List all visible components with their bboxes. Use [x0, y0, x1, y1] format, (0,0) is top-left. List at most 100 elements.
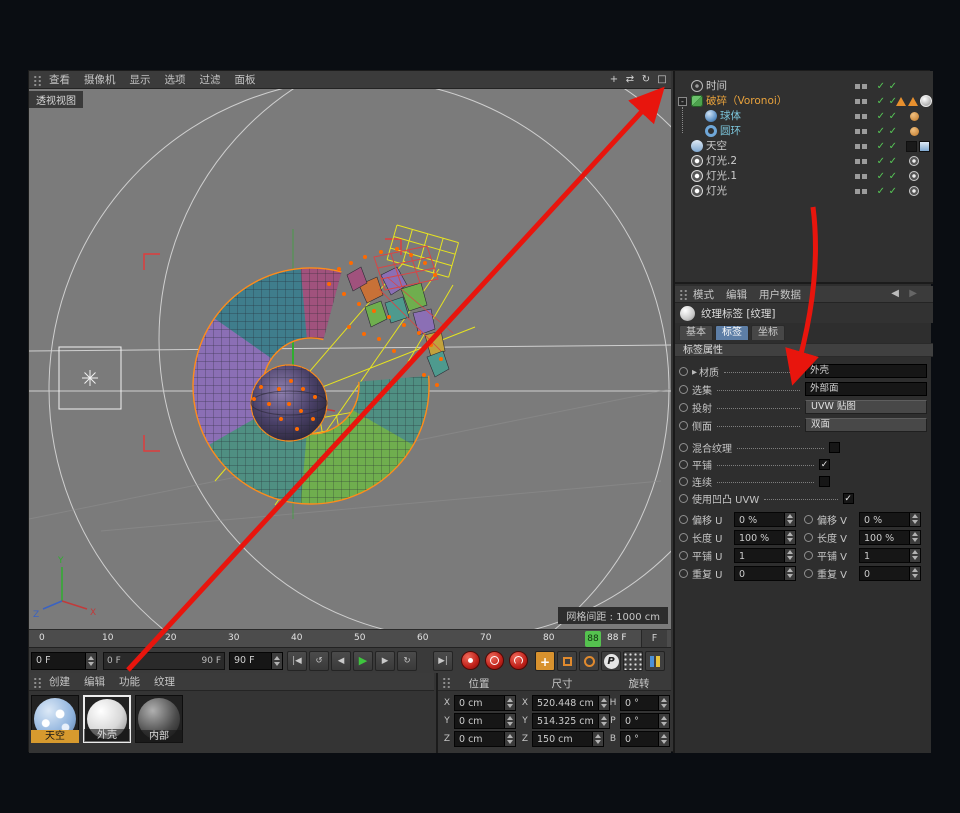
viewport-zoom-icon[interactable]: ⇄	[623, 73, 637, 87]
render-check-icon[interactable]	[889, 79, 897, 94]
render-check-icon[interactable]	[889, 154, 897, 169]
anim-dot-icon[interactable]	[804, 514, 813, 524]
compositing-tag-icon[interactable]	[906, 141, 917, 152]
repetition-u-input[interactable]: 0	[734, 565, 796, 581]
tab-basic[interactable]: 基本	[679, 325, 713, 340]
anim-dot-icon[interactable]	[804, 532, 813, 542]
menu-edit[interactable]: 编辑	[726, 287, 747, 302]
menu-view[interactable]: 查看	[49, 72, 70, 87]
object-label[interactable]: 灯光	[706, 184, 727, 199]
object-label[interactable]: 破碎（Voronoi）	[706, 94, 787, 109]
end-frame-input[interactable]: 90 F	[229, 652, 283, 670]
anim-dot-icon[interactable]	[679, 384, 688, 394]
enabled-check-icon[interactable]	[877, 79, 885, 94]
anim-dot-icon[interactable]	[679, 459, 688, 469]
viewport-rotate-icon[interactable]: ↻	[639, 73, 653, 87]
timeline-ruler[interactable]: 0 10 20 30 40 50 60 70 80 88 88 F F	[29, 629, 671, 648]
size-x-input[interactable]: 520.448 cm	[532, 695, 610, 711]
enabled-check-icon[interactable]	[877, 169, 885, 184]
goto-end-button[interactable]	[433, 651, 453, 671]
menu-texture[interactable]: 纹理	[154, 674, 175, 689]
texture-tag-icon[interactable]	[920, 95, 932, 107]
menu-mode[interactable]: 模式	[693, 287, 714, 302]
record-keyframe-button[interactable]	[461, 651, 480, 670]
object-row-voronoi-fracture[interactable]: 破碎（Voronoi）	[675, 94, 933, 109]
anim-dot-icon[interactable]	[679, 514, 688, 524]
anim-dot-icon[interactable]	[679, 442, 688, 452]
previous-key-button[interactable]	[309, 651, 329, 671]
material-sky[interactable]: 天空	[31, 695, 79, 743]
visibility-toggles[interactable]	[855, 99, 867, 104]
enabled-check-icon[interactable]	[877, 109, 885, 124]
anim-dot-icon[interactable]	[804, 568, 813, 578]
autokey-button[interactable]	[485, 651, 504, 670]
render-check-icon[interactable]	[889, 169, 897, 184]
size-y-input[interactable]: 514.325 cm	[532, 713, 610, 729]
render-check-icon[interactable]	[889, 184, 897, 199]
anim-dot-icon[interactable]	[679, 402, 688, 412]
panel-grip-icon[interactable]	[33, 75, 43, 86]
visibility-toggles[interactable]	[855, 129, 867, 134]
visibility-toggles[interactable]	[855, 114, 867, 119]
enabled-check-icon[interactable]	[877, 154, 885, 169]
record-parameter-button[interactable]: P	[601, 651, 621, 671]
visibility-toggles[interactable]	[855, 174, 867, 179]
object-label[interactable]: 时间	[706, 79, 727, 94]
offset-v-input[interactable]: 0 %	[859, 511, 921, 527]
collapse-icon[interactable]	[678, 97, 687, 106]
length-u-input[interactable]: 100 %	[734, 529, 796, 545]
sky-texture-tag-icon[interactable]	[919, 141, 930, 152]
expand-icon[interactable]	[692, 366, 697, 377]
keyframe-selection-button[interactable]	[509, 651, 528, 670]
menu-display[interactable]: 显示	[130, 72, 151, 87]
object-label[interactable]: 灯光.1	[706, 169, 737, 184]
light-tag-icon[interactable]	[909, 186, 919, 196]
sky-wireframe[interactable]	[29, 89, 671, 629]
voronoi-fragments[interactable]	[346, 266, 450, 378]
render-check-icon[interactable]	[889, 124, 897, 139]
light-tag-icon[interactable]	[909, 156, 919, 166]
projection-dropdown[interactable]: UVW 贴图	[805, 400, 927, 414]
visibility-toggles[interactable]	[855, 144, 867, 149]
tab-tag[interactable]: 标签	[715, 325, 749, 340]
object-label[interactable]: 灯光.2	[706, 154, 737, 169]
enabled-check-icon[interactable]	[877, 184, 885, 199]
phong-tag-icon[interactable]	[910, 127, 919, 136]
menu-edit[interactable]: 编辑	[84, 674, 105, 689]
tiles-v-input[interactable]: 1	[859, 547, 921, 563]
repetition-v-input[interactable]: 0	[859, 565, 921, 581]
playhead-marker[interactable]: 88	[585, 631, 601, 647]
visibility-toggles[interactable]	[855, 84, 867, 89]
play-button[interactable]	[353, 651, 373, 671]
render-check-icon[interactable]	[889, 139, 897, 154]
object-label[interactable]: 天空	[706, 139, 727, 154]
object-label[interactable]: 球体	[720, 109, 741, 124]
next-key-button[interactable]	[397, 651, 417, 671]
material-inner[interactable]: 内部	[135, 695, 183, 743]
menu-cameras[interactable]: 摄像机	[84, 72, 116, 87]
panel-grip-icon[interactable]	[33, 677, 43, 688]
object-row-light[interactable]: 灯光	[675, 184, 933, 199]
object-row-sky[interactable]: 天空	[675, 139, 933, 154]
menu-user-data[interactable]: 用户数据	[759, 287, 801, 302]
view-label[interactable]: 透视视图	[29, 91, 83, 108]
tile-checkbox[interactable]: ✓	[819, 458, 830, 470]
object-row-light-1[interactable]: 灯光.1	[675, 169, 933, 184]
frame-stepper[interactable]	[85, 653, 96, 669]
object-row-light-2[interactable]: 灯光.2	[675, 154, 933, 169]
frame-stepper[interactable]	[271, 653, 282, 669]
next-frame-button[interactable]	[375, 651, 395, 671]
object-manager[interactable]: 时间 破碎（Voronoi） 球体	[675, 71, 933, 284]
menu-filter[interactable]: 过滤	[200, 72, 221, 87]
object-label[interactable]: 圆环	[720, 124, 741, 139]
enabled-check-icon[interactable]	[877, 139, 885, 154]
viewport-pan-icon[interactable]: +	[607, 73, 621, 87]
tiles-u-input[interactable]: 1	[734, 547, 796, 563]
light-tag-icon[interactable]	[909, 171, 919, 181]
selection-field[interactable]: 外部面	[805, 382, 927, 396]
previous-frame-button[interactable]	[331, 651, 351, 671]
anim-dot-icon[interactable]	[679, 568, 688, 578]
current-frame-input[interactable]: 0 F	[31, 652, 97, 670]
size-z-input[interactable]: 150 cm	[532, 731, 604, 747]
position-z-input[interactable]: 0 cm	[454, 731, 516, 747]
